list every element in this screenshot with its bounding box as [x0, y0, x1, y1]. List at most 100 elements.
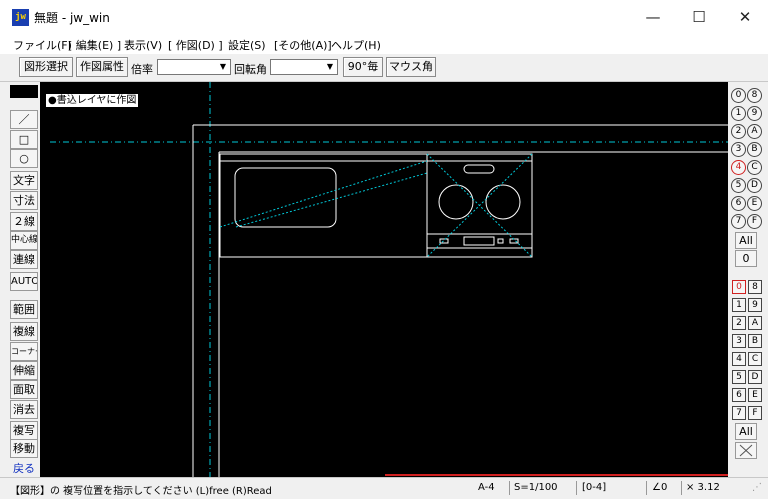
- tool-center-line[interactable]: 中心線: [10, 231, 38, 250]
- title-bar: jw 無題 - jw_win — ☐ ✕: [0, 0, 768, 34]
- stove-display: [463, 236, 495, 246]
- layer-0-active[interactable]: 0: [732, 280, 746, 294]
- burner-left: [438, 184, 474, 220]
- menu-settings[interactable]: 設定(S): [228, 37, 266, 53]
- status-message: 【図形】の 複写位置を指示してください (L)free (R)Read: [10, 486, 272, 497]
- group-C[interactable]: C: [747, 160, 762, 175]
- toolbar: 図形選択 作図属性 倍率 ▼ 回転角 ▼ 90°毎 マウス角: [0, 54, 768, 82]
- tool-move[interactable]: 移動: [10, 439, 38, 458]
- status-zoom[interactable]: × 3.12: [686, 482, 720, 493]
- status-layer-info[interactable]: [0-4]: [582, 482, 606, 493]
- center-lines: [50, 82, 728, 477]
- tool-corner[interactable]: コーナー: [10, 342, 38, 361]
- tool-circle[interactable]: ○: [10, 149, 38, 168]
- layer-8[interactable]: 8: [748, 280, 762, 294]
- tool-connect-line[interactable]: 連線: [10, 250, 38, 269]
- status-angle[interactable]: ∠0: [652, 482, 667, 493]
- dropdown-arrow-icon[interactable]: ▼: [216, 60, 230, 74]
- layer-C[interactable]: C: [748, 352, 762, 366]
- layer-4[interactable]: 4: [732, 352, 746, 366]
- layer-5[interactable]: 5: [732, 370, 746, 384]
- status-bar: 【図形】の 複写位置を指示してください (L)free (R)Read A-4 …: [0, 477, 768, 499]
- layer-7[interactable]: 7: [732, 406, 746, 420]
- tool-dimension[interactable]: 寸法: [10, 191, 38, 210]
- menu-draw[interactable]: [ 作図(D) ]: [168, 37, 223, 53]
- group-1[interactable]: 1: [731, 106, 746, 121]
- draw-attribute-button[interactable]: 作図属性: [76, 57, 128, 77]
- tool-erase[interactable]: 消去: [10, 400, 38, 419]
- menu-view[interactable]: 表示(V): [124, 37, 162, 53]
- mouse-angle-button[interactable]: マウス角: [386, 57, 436, 77]
- status-separator: [646, 481, 647, 495]
- drawing-canvas[interactable]: ●書込レイヤに作図: [40, 82, 728, 477]
- menu-edit[interactable]: [ 編集(E) ]: [68, 37, 121, 53]
- hidden-lines: [219, 153, 533, 258]
- layer-F[interactable]: F: [748, 406, 762, 420]
- rotation-label: 回転角: [234, 63, 267, 76]
- kitchen-counter: [219, 153, 533, 258]
- menu-file[interactable]: ファイル(F): [13, 37, 72, 53]
- angle-step-button[interactable]: 90°毎: [343, 57, 383, 77]
- layer-D[interactable]: D: [748, 370, 762, 384]
- menu-other[interactable]: [その他(A)]: [274, 37, 332, 53]
- group-5[interactable]: 5: [731, 178, 746, 193]
- group-3[interactable]: 3: [731, 142, 746, 157]
- group-A[interactable]: A: [747, 124, 762, 139]
- group-2[interactable]: 2: [731, 124, 746, 139]
- tool-offset[interactable]: 複線: [10, 322, 38, 341]
- cross-icon: [739, 444, 753, 457]
- stove-knob-left: [439, 238, 449, 244]
- hidden-line-2: [235, 172, 428, 228]
- tool-undo[interactable]: 戻る: [10, 459, 38, 478]
- scale-label: 倍率: [131, 63, 153, 76]
- tool-text[interactable]: 文字: [10, 171, 38, 190]
- scale-combo[interactable]: ▼: [157, 59, 231, 75]
- layer-2[interactable]: 2: [732, 316, 746, 330]
- group-8[interactable]: 8: [747, 88, 762, 103]
- group-0[interactable]: 0: [731, 88, 746, 103]
- sink-bowl: [234, 167, 337, 228]
- menu-help[interactable]: ヘルプ(H): [331, 37, 381, 53]
- line-type-swatch[interactable]: [10, 85, 38, 98]
- tool-auto[interactable]: AUTO: [10, 272, 38, 291]
- layer-cross-button[interactable]: [735, 442, 757, 459]
- rotation-combo[interactable]: ▼: [270, 59, 338, 75]
- group-F[interactable]: F: [747, 214, 762, 229]
- group-7[interactable]: 7: [731, 214, 746, 229]
- stove-grill-handle: [463, 164, 495, 174]
- minimize-button[interactable]: —: [630, 0, 676, 34]
- group-6[interactable]: 6: [731, 196, 746, 211]
- tool-extend[interactable]: 伸縮: [10, 361, 38, 380]
- status-scale[interactable]: S=1/100: [514, 482, 558, 493]
- tool-rectangle[interactable]: □: [10, 130, 38, 149]
- tool-line[interactable]: ／: [10, 110, 38, 129]
- layer-9[interactable]: 9: [748, 298, 762, 312]
- layer-all-button[interactable]: All: [735, 423, 757, 440]
- layer-3[interactable]: 3: [732, 334, 746, 348]
- jw-app-icon: jw: [12, 9, 29, 26]
- dropdown-arrow-icon[interactable]: ▼: [323, 60, 337, 74]
- layer-B[interactable]: B: [748, 334, 762, 348]
- group-all-button[interactable]: All: [735, 232, 757, 249]
- layer-6[interactable]: 6: [732, 388, 746, 402]
- tool-range[interactable]: 範囲: [10, 300, 38, 319]
- tool-double-line[interactable]: ２線: [10, 212, 38, 231]
- layer-1[interactable]: 1: [732, 298, 746, 312]
- group-D[interactable]: D: [747, 178, 762, 193]
- group-4-active[interactable]: 4: [731, 160, 746, 175]
- resize-grip-icon[interactable]: ⋰: [752, 482, 762, 493]
- tool-chamfer[interactable]: 面取: [10, 380, 38, 399]
- maximize-button[interactable]: ☐: [676, 0, 722, 34]
- group-E[interactable]: E: [747, 196, 762, 211]
- tool-copy[interactable]: 複写: [10, 421, 38, 440]
- layer-E[interactable]: E: [748, 388, 762, 402]
- group-9[interactable]: 9: [747, 106, 762, 121]
- status-separator: [509, 481, 510, 495]
- select-figure-button[interactable]: 図形選択: [19, 57, 73, 77]
- status-paper[interactable]: A-4: [478, 482, 495, 493]
- counter-rect: [219, 153, 533, 258]
- close-button[interactable]: ✕: [722, 0, 768, 34]
- group-zero-button[interactable]: 0: [735, 250, 757, 267]
- group-B[interactable]: B: [747, 142, 762, 157]
- layer-A[interactable]: A: [748, 316, 762, 330]
